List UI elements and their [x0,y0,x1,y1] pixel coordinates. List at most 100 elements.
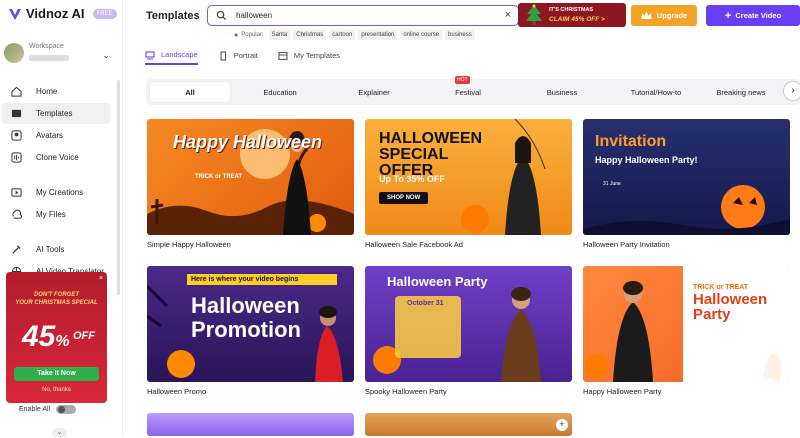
enable-all-row: Enable All [19,405,77,414]
thumb-headline: Halloween Party [693,291,768,323]
tab-label: My Templates [293,51,341,60]
close-icon[interactable]: × [99,275,103,282]
popular-chip[interactable]: Christmas [293,30,327,40]
sidebar: Vidnoz AI FREE Workspace ⌄ Home Template… [0,0,123,438]
tab-portrait[interactable]: Portrait [218,48,258,65]
sidebar-item-my-creations[interactable]: My Creations [2,182,110,203]
thumb-sub: Here is where your video begins [187,274,337,285]
sidebar-item-templates[interactable]: Templates [2,103,110,124]
category-breaking-news[interactable]: Breaking news [706,82,776,102]
crown-icon [641,11,652,19]
template-thumbnail[interactable]: Invitation Happy Halloween Party! 31 Jun… [583,119,790,235]
category-tutorial[interactable]: Tutorial/How-to [606,82,706,102]
template-thumbnail[interactable]: Happy Halloween TRICK or TREAT [147,119,354,235]
template-thumbnail[interactable]: Here is where your video begins Hallowee… [147,266,354,382]
sidebar-item-home[interactable]: Home [2,81,110,102]
thumb-sub: Happy Halloween Party! [595,155,698,165]
search-icon [216,10,227,21]
promo-line-2: YOUR CHRISTMAS SPECIAL [15,300,98,306]
category-education[interactable]: Education [230,82,330,102]
sidebar-item-label: Home [36,87,58,96]
collapse-icon[interactable]: ⌄ [52,428,67,438]
sidebar-item-clone-voice[interactable]: Clone Voice [2,147,110,168]
template-name[interactable]: Halloween Sale Facebook Ad [365,240,463,249]
add-icon[interactable]: + [556,419,568,431]
popular-chip[interactable]: Santa [268,30,291,40]
promo-off: OFF [73,330,95,342]
template-thumbnail[interactable]: + [365,413,572,436]
sidebar-scrollbar[interactable] [117,80,120,295]
template-thumbnail[interactable]: Halloween Party October 31 [365,266,572,382]
tab-landscape[interactable]: Landscape [145,48,198,65]
popular-chip[interactable]: presentation [358,30,398,40]
upload-icon [12,209,22,219]
sidebar-item-label: AI Tools [36,245,65,254]
sidebar-item-label: Avatars [36,131,63,140]
search-value: halloween [236,11,273,20]
sidebar-item-label: Clone Voice [36,153,79,162]
search-input[interactable]: halloween × [207,5,519,26]
workspace-name-redacted [29,55,69,61]
plan-badge: FREE [92,8,117,19]
thumb-headline: Halloween Promotion [191,293,301,342]
app-name: Vidnoz AI [26,6,85,21]
sidebar-item-ai-tools[interactable]: AI Tools [2,239,110,260]
template-name[interactable]: Happy Halloween Party [583,387,661,396]
create-video-button[interactable]: + Create Video [706,5,800,26]
portrait-icon [220,50,226,61]
workspace-label: Workspace [29,43,64,50]
page-title: Templates [146,10,200,22]
template-name[interactable]: Halloween Promo [147,387,206,396]
xmas-line-2: CLAIM 45% OFF > [549,16,605,23]
my-templates-icon [278,51,288,60]
thumb-headline: Invitation [595,133,667,150]
no-thanks-link[interactable]: No, thanks [6,387,107,393]
enable-all-toggle[interactable] [56,405,77,414]
tools-icon [12,245,21,254]
happy-party-scene-icon [585,266,790,382]
thumb-cta: SHOP NOW [379,192,429,204]
category-business[interactable]: Business [518,82,606,102]
template-name[interactable]: Spooky Halloween Party [365,387,447,396]
template-thumbnail[interactable] [147,413,354,436]
thumb-sub: October 31 [407,300,444,307]
template-name[interactable]: Simple Happy Halloween [147,240,231,249]
orientation-tabs: Landscape Portrait My Templates [145,48,340,68]
tab-my-templates[interactable]: My Templates [278,48,340,65]
sidebar-item-avatars[interactable]: Avatars [2,125,110,146]
main-content: Templates halloween × ● Popular: Santa C… [123,0,800,436]
hot-badge: HOT [455,76,470,84]
category-all[interactable]: All [150,82,230,102]
app-logo[interactable]: Vidnoz AI FREE [8,6,117,21]
create-video-label: Create Video [735,11,782,20]
sidebar-nav: Home Templates Avatars Clone Voice My Cr… [0,80,114,283]
template-thumbnail[interactable]: TRICK or TREAT Halloween Party [583,266,790,382]
video-icon [11,188,22,197]
thumb-sub: TRICK or TREAT [693,284,749,291]
christmas-offer-banner[interactable]: IT'S CHRISTMAS CLAIM 45% OFF > [518,3,626,27]
promo-percent: 45% [22,320,70,353]
popular-label: Popular: [241,32,264,38]
tab-label: Landscape [161,50,198,59]
category-festival[interactable]: Festival HOT [418,76,518,102]
upgrade-label: Upgrade [656,11,688,20]
clear-search-icon[interactable]: × [505,9,511,21]
upgrade-button[interactable]: Upgrade [631,5,697,26]
popular-chip[interactable]: cartoon [329,30,356,40]
templates-icon [11,109,22,118]
sidebar-item-my-files[interactable]: My Files [2,204,110,225]
popular-chip[interactable]: online course [400,30,443,40]
next-arrow-icon[interactable]: › [783,81,800,101]
thumb-headline: Happy Halloween [173,132,323,152]
workspace-selector[interactable]: Workspace ⌄ [4,40,114,68]
take-it-now-button[interactable]: Take It Now [14,367,99,381]
template-name[interactable]: Halloween Party Invitation [583,240,670,249]
popular-chip[interactable]: business [445,30,475,40]
template-thumbnail[interactable]: HALLOWEEN SPECIAL OFFER Up To 35% OFF SH… [365,119,572,235]
vidnoz-logo-icon [9,8,21,20]
avatar-icon [11,130,22,141]
xmas-line-1: IT'S CHRISTMAS [549,7,594,13]
home-icon [11,86,22,97]
thumb-headline: HALLOWEEN SPECIAL OFFER [379,130,483,179]
category-explainer[interactable]: Explainer [330,82,418,102]
